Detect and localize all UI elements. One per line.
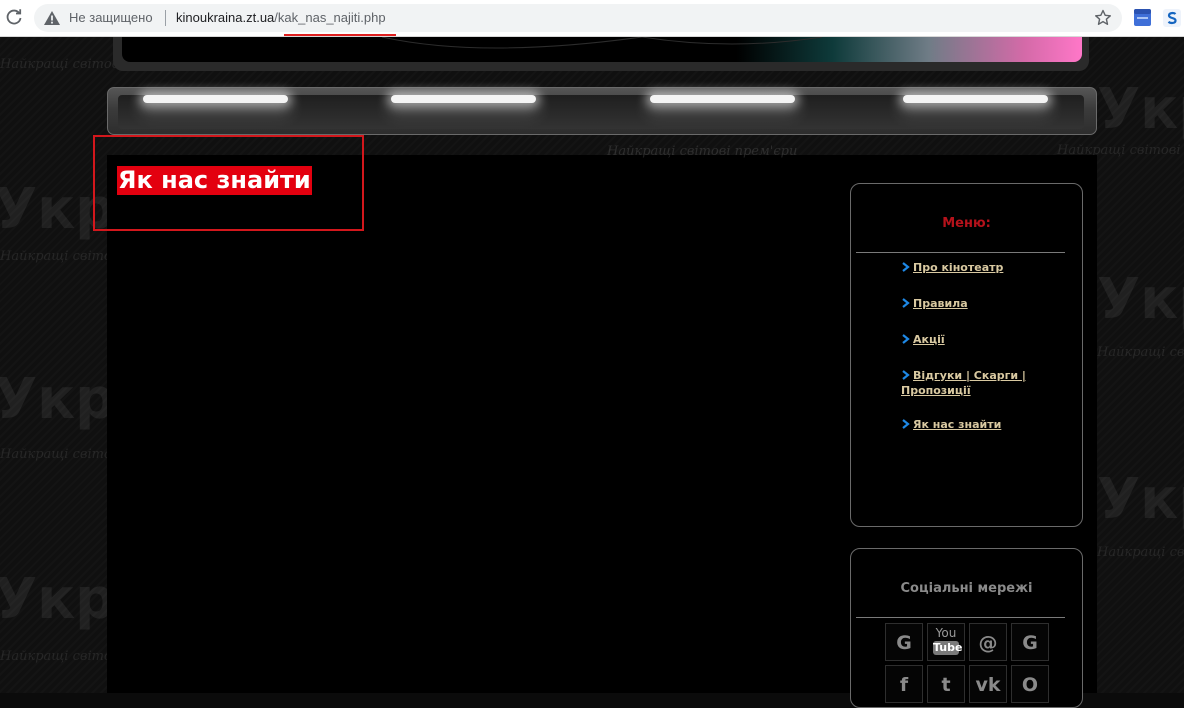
google-plus-icon[interactable]: G [1011,623,1049,661]
menu-link-feedback[interactable]: Відгуки | Скарги | Пропозиції [901,369,1026,397]
google-icon[interactable]: G [885,623,923,661]
page-loading-indicator [284,34,396,36]
menu-divider [856,252,1065,253]
background-watermark-text: Найкращі світові прем'єри [1097,545,1184,560]
menu-item-feedback[interactable]: Відгуки | Скарги | Пропозиції [901,368,1051,398]
page-title: Як нас знайти [117,166,312,195]
menu-item-how-to-find-us[interactable]: Як нас знайти [901,417,1051,432]
menu-item-rules[interactable]: Правила [901,296,1051,311]
background-watermark-text: Найкращі світові прем'єри [607,144,798,159]
chevron-right-icon [902,298,910,308]
warning-icon[interactable] [44,11,60,25]
social-title: Соціальні мережі [900,581,1033,596]
youtube-icon-bottom-text: Tube [933,641,963,655]
menu-item-about[interactable]: Про кінотеатр [901,260,1051,275]
social-divider [856,617,1065,618]
nav-light [143,95,288,103]
address-bar[interactable]: Не защищено kinoukraina.zt.ua/kak_nas_na… [34,4,1122,32]
background-watermark-text: Найкращі світові прем'єри [1097,345,1184,360]
chevron-right-icon [902,334,910,344]
reload-icon[interactable] [4,7,24,27]
sidebar-social-panel: Соціальні мережі G You Tube @ G f t vk O [850,548,1083,708]
twitter-icon[interactable]: t [927,665,965,703]
omnibox-divider [165,10,166,26]
background-watermark-logo: Україна [1097,267,1184,332]
bookmark-star-icon[interactable] [1094,9,1112,27]
security-status-label[interactable]: Не защищено [69,10,153,25]
browser-toolbar: Не защищено kinoukraina.zt.ua/kak_nas_na… [0,0,1184,37]
mail-icon[interactable]: @ [969,623,1007,661]
menu-link-rules[interactable]: Правила [913,297,968,310]
chevron-right-icon [902,419,910,429]
skype-extension-icon[interactable] [1163,9,1181,27]
url-text[interactable]: kinoukraina.zt.ua/kak_nas_najiti.php [176,10,386,25]
header-banner-decoration [381,37,823,49]
nav-light [391,95,536,103]
url-path: /kak_nas_najiti.php [274,10,386,25]
facebook-icon[interactable]: f [885,665,923,703]
chevron-right-icon [902,370,910,380]
youtube-icon-top-text: You [935,626,957,640]
background-watermark-logo: Україна [1097,77,1184,142]
sidebar-menu-panel: Меню: Про кінотеатр Правила Акції Відгук… [850,183,1083,527]
menu-link-promotions[interactable]: Акції [913,333,945,346]
url-host: kinoukraina.zt.ua [176,10,275,25]
extension-icon[interactable] [1134,9,1151,26]
background-watermark-logo: Україна [1097,467,1184,532]
nav-light [903,95,1048,103]
menu-item-promotions[interactable]: Акції [901,332,1051,347]
odnoklassniki-icon[interactable]: O [1011,665,1049,703]
chevron-right-icon [902,262,910,272]
menu-link-how-to-find-us[interactable]: Як нас знайти [913,418,1001,431]
vk-icon[interactable]: vk [969,665,1007,703]
menu-title: Меню: [942,216,991,231]
menu-link-about[interactable]: Про кінотеатр [913,261,1003,274]
youtube-icon[interactable]: You Tube [927,623,965,661]
nav-light [650,95,795,103]
